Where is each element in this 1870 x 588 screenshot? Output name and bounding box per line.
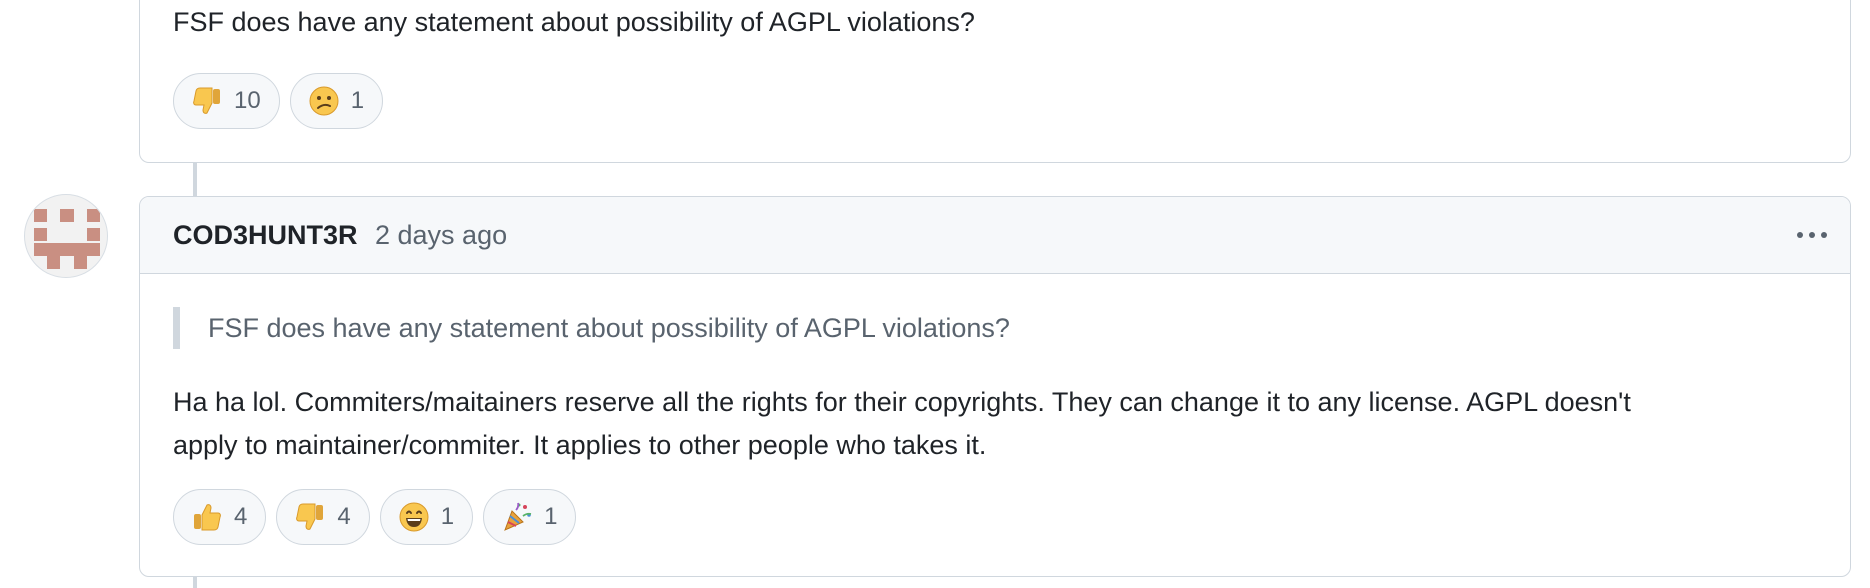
discussion-thread: FSF does have any statement about possib…	[0, 0, 1870, 588]
reaction-count: 1	[440, 503, 455, 530]
avatar[interactable]	[24, 194, 108, 278]
comment-header: COD3HUNT3R 2 days ago	[140, 197, 1850, 274]
reaction-thumbs-down-button[interactable]: 10	[173, 73, 280, 129]
thumbs-up-icon	[190, 500, 224, 534]
reaction-hooray-button[interactable]: 1	[483, 489, 577, 545]
comment-options-button[interactable]	[1790, 217, 1834, 253]
previous-comment-text: FSF does have any statement about possib…	[173, 7, 975, 37]
reaction-count: 4	[234, 503, 248, 530]
comment-timestamp[interactable]: 2 days ago	[375, 217, 507, 253]
reaction-count: 1	[350, 87, 365, 114]
comment-body-line: apply to maintainer/commiter. It applies…	[173, 430, 987, 460]
reaction-confused-button[interactable]: 1	[289, 73, 384, 129]
previous-comment-reactions: 10 1	[173, 73, 384, 129]
previous-comment-card: FSF does have any statement about possib…	[139, 0, 1851, 163]
kebab-menu-icon	[1797, 232, 1827, 238]
party-popper-icon	[500, 500, 534, 534]
reaction-count: 4	[337, 503, 351, 530]
reaction-count: 10	[234, 87, 261, 114]
reaction-thumbs-down-button[interactable]: 4	[276, 489, 370, 545]
confused-face-icon	[307, 84, 341, 118]
thumbs-down-icon	[293, 500, 327, 534]
grinning-face-icon	[397, 500, 431, 534]
timeline-connector	[193, 576, 197, 588]
comment-body: Ha ha lol. Commiters/maitainers reserve …	[173, 381, 1793, 467]
reaction-count: 1	[544, 503, 558, 530]
reaction-laugh-button[interactable]: 1	[379, 489, 474, 545]
author-link[interactable]: COD3HUNT3R	[173, 217, 358, 253]
comment-body-line: Ha ha lol. Commiters/maitainers reserve …	[173, 387, 1631, 417]
timeline-connector	[193, 163, 197, 197]
thumbs-down-icon	[190, 84, 224, 118]
comment-reactions: 4 4 1 1	[173, 489, 577, 545]
comment-card: COD3HUNT3R 2 days ago FSF does have any …	[139, 196, 1851, 577]
reaction-thumbs-up-button[interactable]: 4	[173, 489, 267, 545]
identicon-icon	[34, 209, 100, 269]
quoted-reply: FSF does have any statement about possib…	[173, 307, 1010, 349]
